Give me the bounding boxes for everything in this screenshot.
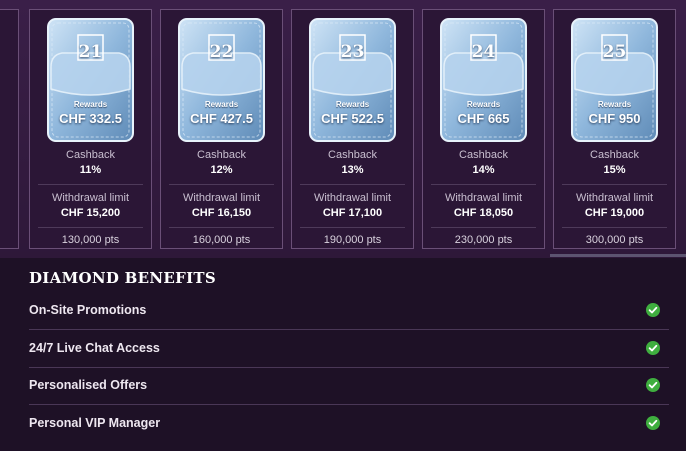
- check-icon: [646, 303, 660, 317]
- tier-card-23[interactable]: 23 Rewards CHF 522.5 Cashback 13% Withdr…: [291, 9, 414, 249]
- row-divider: [29, 367, 669, 368]
- benefit-row: Personalised Offers: [29, 371, 669, 409]
- benefit-row: On-Site Promotions: [29, 296, 669, 334]
- rewards-value: CHF 665: [457, 111, 510, 126]
- rewards-value: CHF 522.5: [321, 111, 384, 126]
- cashback-label: Cashback: [66, 149, 115, 161]
- benefit-row: Personal VIP Manager: [29, 409, 669, 447]
- tier-card-24[interactable]: 24 Rewards CHF 665 Cashback 14% Withdraw…: [422, 9, 545, 249]
- rewards-label: Rewards: [466, 100, 501, 109]
- withdrawal-label: Withdrawal limit: [51, 192, 129, 204]
- withdrawal-value: CHF 16,150: [191, 207, 252, 219]
- rewards-value: CHF 427.5: [190, 111, 253, 126]
- tier-carousel[interactable]: 21 Rewards CHF 332.5 Cashback 11% Withdr…: [0, 0, 686, 258]
- points-required: 130,000 pts: [61, 234, 120, 246]
- withdrawal-label: Withdrawal limit: [444, 192, 522, 204]
- card-divider: [562, 227, 667, 228]
- tier-card-21[interactable]: 21 Rewards CHF 332.5 Cashback 11% Withdr…: [29, 9, 152, 249]
- benefit-row: 24/7 Live Chat Access: [29, 334, 669, 372]
- tier-level-number: 25: [602, 42, 627, 62]
- row-divider: [29, 329, 669, 330]
- cashback-value: 11%: [79, 164, 102, 176]
- withdrawal-value: CHF 19,000: [584, 207, 645, 219]
- tier-level-number: 21: [78, 42, 103, 62]
- rewards-label: Rewards: [597, 100, 632, 109]
- tier-card-22[interactable]: 22 Rewards CHF 427.5 Cashback 12% Withdr…: [160, 9, 283, 249]
- card-divider: [562, 184, 667, 185]
- wallet-icon: 22 Rewards CHF 427.5: [177, 17, 266, 143]
- card-divider: [169, 227, 274, 228]
- card-divider: [300, 184, 405, 185]
- row-divider: [29, 404, 669, 405]
- tier-level-number: 24: [471, 42, 496, 62]
- card-divider: [300, 227, 405, 228]
- rewards-value: CHF 950: [588, 111, 641, 126]
- benefit-label: 24/7 Live Chat Access: [29, 341, 160, 355]
- benefit-label: Personal VIP Manager: [29, 416, 161, 430]
- withdrawal-value: CHF 15,200: [60, 207, 121, 219]
- card-divider: [431, 227, 536, 228]
- withdrawal-label: Withdrawal limit: [575, 192, 653, 204]
- tier-card-partial[interactable]: [0, 9, 19, 249]
- points-required: 300,000 pts: [585, 234, 644, 246]
- withdrawal-value: CHF 17,100: [322, 207, 383, 219]
- wallet-icon: 25 Rewards CHF 950: [570, 17, 659, 143]
- card-divider: [38, 184, 143, 185]
- cashback-label: Cashback: [197, 149, 246, 161]
- rewards-value: CHF 332.5: [59, 111, 122, 126]
- cashback-value: 15%: [603, 164, 626, 176]
- wallet-icon: 24 Rewards CHF 665: [439, 17, 528, 143]
- rewards-label: Rewards: [204, 100, 239, 109]
- rewards-label: Rewards: [73, 100, 108, 109]
- check-icon: [646, 416, 660, 430]
- cashback-value: 14%: [472, 164, 495, 176]
- check-icon: [646, 341, 660, 355]
- benefits-title: DIAMOND BENEFITS: [29, 269, 216, 287]
- cashback-label: Cashback: [459, 149, 508, 161]
- benefit-label: Personalised Offers: [29, 378, 148, 392]
- tier-card-25[interactable]: 25 Rewards CHF 950 Cashback 15% Withdraw…: [550, 9, 686, 257]
- selected-tier-indicator: [550, 254, 686, 257]
- withdrawal-value: CHF 18,050: [453, 207, 514, 219]
- points-required: 190,000 pts: [323, 234, 382, 246]
- check-icon: [646, 378, 660, 392]
- tier-level-number: 23: [340, 42, 365, 62]
- rewards-label: Rewards: [335, 100, 370, 109]
- cashback-label: Cashback: [328, 149, 377, 161]
- cashback-value: 13%: [341, 164, 364, 176]
- wallet-icon: 21 Rewards CHF 332.5: [46, 17, 135, 143]
- withdrawal-label: Withdrawal limit: [182, 192, 260, 204]
- withdrawal-label: Withdrawal limit: [313, 192, 391, 204]
- tier-level-number: 22: [209, 42, 234, 62]
- card-divider: [169, 184, 274, 185]
- benefit-label: On-Site Promotions: [29, 303, 147, 317]
- wallet-icon: 23 Rewards CHF 522.5: [308, 17, 397, 143]
- card-divider: [38, 227, 143, 228]
- card-divider: [431, 184, 536, 185]
- points-required: 160,000 pts: [192, 234, 251, 246]
- cashback-label: Cashback: [590, 149, 639, 161]
- cashback-value: 12%: [210, 164, 233, 176]
- points-required: 230,000 pts: [454, 234, 513, 246]
